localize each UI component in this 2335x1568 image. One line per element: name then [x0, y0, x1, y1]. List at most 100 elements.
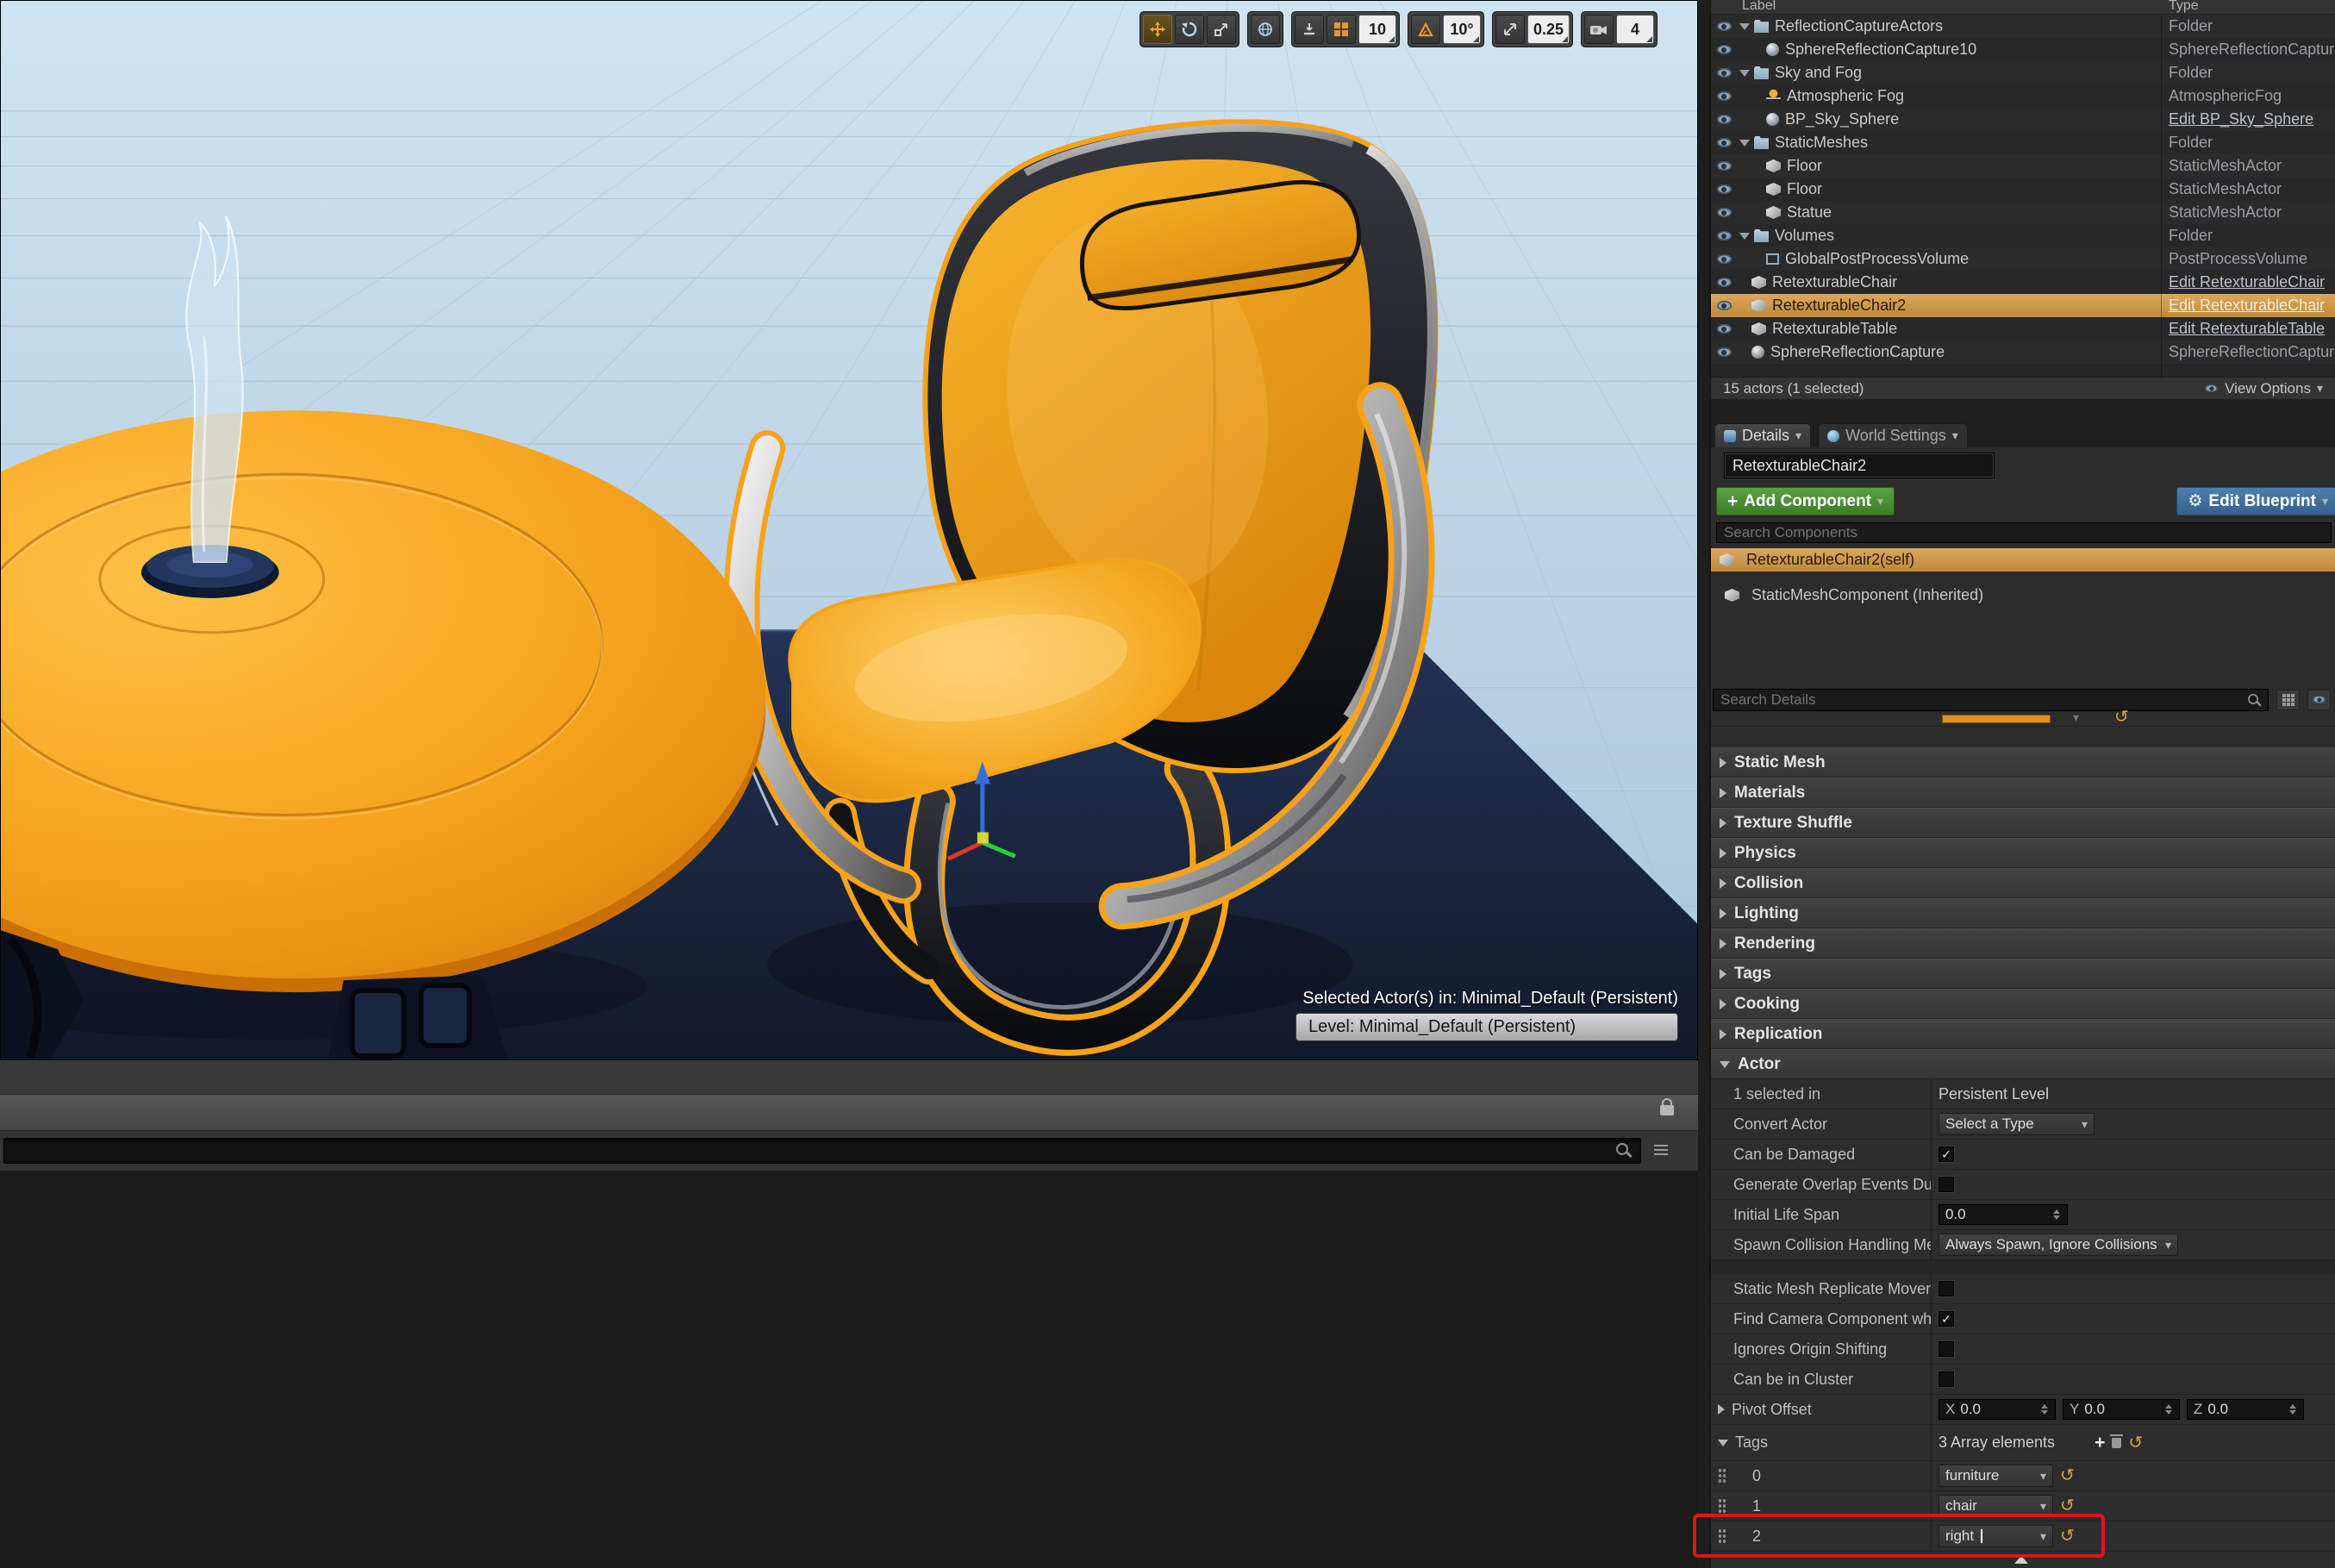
add-array-element-icon[interactable]: + [2095, 1434, 2105, 1452]
tag-value-field-editing[interactable]: right▾ [1939, 1525, 2053, 1547]
category-physics[interactable]: Physics [1711, 838, 2335, 868]
actor-label[interactable]: ReflectionCaptureActors [1775, 17, 1943, 35]
visibility-eye-icon[interactable] [1711, 138, 1737, 147]
scroll-up-arrow-icon[interactable] [2014, 1556, 2028, 1564]
edit-blueprint-button[interactable]: ⚙Edit Blueprint▾ [2176, 487, 2335, 515]
asset-view-empty[interactable] [0, 1171, 1698, 1568]
category-texture-shuffle[interactable]: Texture Shuffle [1711, 808, 2335, 838]
world-local-toggle-button[interactable] [1251, 15, 1280, 44]
reset-to-default-icon[interactable]: ↺ [2128, 1434, 2143, 1452]
visibility-eye-icon[interactable] [1711, 254, 1737, 264]
actor-label[interactable]: Sky and Fog [1775, 64, 1862, 82]
outliner-row[interactable]: FloorStaticMeshActor [1711, 178, 2335, 201]
display-filter-eye-icon[interactable] [2307, 690, 2331, 710]
chevron-down-icon[interactable] [1718, 1440, 1728, 1446]
visibility-eye-icon[interactable] [1711, 161, 1737, 171]
pivot-y-field[interactable]: Y0.0 [2063, 1399, 2180, 1420]
chevron-right-icon[interactable] [1718, 1404, 1725, 1415]
category-static-mesh[interactable]: Static Mesh [1711, 747, 2335, 778]
pivot-z-field[interactable]: Z0.0 [2187, 1399, 2304, 1420]
asset-search-input[interactable] [3, 1138, 1641, 1164]
actor-label[interactable]: Volumes [1775, 227, 1834, 245]
search-details-input[interactable] [1713, 689, 2269, 711]
add-component-button[interactable]: +Add Component▾ [1716, 487, 1895, 515]
checkbox-unchecked[interactable] [1939, 1177, 1954, 1192]
view-options-button[interactable]: View Options▾ [2204, 380, 2323, 397]
clear-array-icon[interactable] [2112, 1438, 2121, 1448]
visibility-eye-icon[interactable] [1711, 68, 1737, 78]
drag-handle-icon[interactable] [1718, 1498, 1726, 1514]
outliner-row[interactable]: GlobalPostProcessVolumePostProcessVolume [1711, 247, 2335, 271]
visibility-eye-icon[interactable] [1711, 278, 1737, 287]
actor-name-field[interactable] [1725, 453, 1994, 478]
pivot-x-field[interactable]: X0.0 [1939, 1399, 2056, 1420]
category-actor-expanded[interactable]: Actor [1711, 1049, 2335, 1079]
outliner-row[interactable]: ReflectionCaptureActorsFolder [1711, 15, 2335, 38]
checkbox-checked[interactable]: ✓ [1939, 1146, 1954, 1162]
reset-to-default-icon[interactable]: ↺ [2060, 1467, 2075, 1484]
search-components-input[interactable] [1716, 522, 2332, 543]
category-tags[interactable]: Tags [1711, 959, 2335, 989]
actor-label[interactable]: Atmospheric Fog [1787, 87, 1904, 105]
visibility-eye-icon[interactable] [1711, 324, 1737, 334]
actor-label[interactable]: RetexturableChair [1772, 273, 1897, 291]
viewport-scene[interactable] [1, 1, 1697, 1059]
grid-snap-toggle-button[interactable] [1327, 15, 1356, 44]
initial-life-span-field[interactable]: 0.0 [1939, 1204, 2068, 1225]
visibility-eye-icon[interactable] [1711, 91, 1737, 101]
actor-label[interactable]: SphereReflectionCapture10 [1785, 41, 1976, 59]
edit-blueprint-link[interactable]: Edit RetexturableChair [2169, 273, 2334, 291]
edit-blueprint-link[interactable]: Edit RetexturableChair [2169, 297, 2334, 315]
tag-value-field[interactable]: furniture▾ [1939, 1465, 2053, 1487]
category-cooking[interactable]: Cooking [1711, 989, 2335, 1019]
outliner-row[interactable]: Atmospheric FogAtmosphericFog [1711, 84, 2335, 108]
outliner-row[interactable]: RetexturableTableEdit RetexturableTable [1711, 317, 2335, 340]
visibility-eye-icon[interactable] [1711, 22, 1737, 31]
actor-label[interactable]: Floor [1787, 157, 1822, 175]
tab-details[interactable]: Details▾ [1714, 423, 1811, 447]
visibility-eye-icon[interactable] [1711, 208, 1737, 217]
checkbox-unchecked[interactable] [1939, 1281, 1954, 1296]
category-collision[interactable]: Collision [1711, 868, 2335, 898]
actor-label[interactable]: RetexturableChair2 [1772, 297, 1906, 315]
checkbox-unchecked[interactable] [1939, 1341, 1954, 1357]
property-matrix-icon[interactable] [2276, 690, 2300, 710]
checkbox-unchecked[interactable] [1939, 1371, 1954, 1387]
outliner-row[interactable]: SphereReflectionCapture10SphereReflectio… [1711, 38, 2335, 61]
component-row[interactable]: StaticMeshComponent (Inherited) [1711, 584, 2335, 607]
outliner-row[interactable]: RetexturableChair Edit RetexturableChair [1711, 271, 2335, 294]
spinner-icon[interactable] [2040, 1403, 2049, 1415]
expander-arrow-icon[interactable] [1739, 70, 1750, 77]
category-lighting[interactable]: Lighting [1711, 898, 2335, 928]
reset-to-default-icon[interactable]: ↺ [2060, 1497, 2075, 1515]
component-row-selected[interactable]: RetexturableChair2(self) [1711, 548, 2335, 572]
lock-icon[interactable] [1660, 1105, 1674, 1115]
spinner-icon[interactable] [2164, 1403, 2173, 1415]
checkbox-checked[interactable]: ✓ [1939, 1311, 1954, 1327]
rotation-snap-value-button[interactable]: 10° [1443, 15, 1481, 44]
rotation-snap-toggle-button[interactable] [1411, 15, 1440, 44]
actor-label[interactable]: SphereReflectionCapture [1770, 343, 1945, 361]
search-options-icon[interactable] [1650, 1140, 1672, 1162]
edit-blueprint-link[interactable]: Edit BP_Sky_Sphere [2169, 110, 2334, 128]
visibility-eye-icon[interactable] [1711, 184, 1737, 194]
tab-world-settings[interactable]: World Settings▾ [1818, 423, 1968, 447]
expander-arrow-icon[interactable] [1739, 140, 1750, 147]
expander-arrow-icon[interactable] [1739, 233, 1750, 240]
drag-handle-icon[interactable] [1718, 1528, 1726, 1544]
actor-label[interactable]: StaticMeshes [1775, 134, 1868, 152]
actor-label[interactable]: Statue [1787, 203, 1832, 222]
category-rendering[interactable]: Rendering [1711, 928, 2335, 959]
visibility-eye-icon[interactable] [1711, 45, 1737, 54]
spinner-icon[interactable] [2052, 1209, 2061, 1221]
type-column-header[interactable]: Type [2169, 0, 2199, 14]
spinner-icon[interactable] [2288, 1403, 2297, 1415]
camera-speed-button[interactable] [1584, 15, 1614, 44]
spawn-collision-dropdown[interactable]: Always Spawn, Ignore Collisions▾ [1939, 1234, 2178, 1256]
reset-to-default-icon[interactable]: ↺ [2060, 1527, 2075, 1545]
rotate-tool-button[interactable] [1175, 15, 1204, 44]
outliner-row[interactable]: FloorStaticMeshActor [1711, 154, 2335, 178]
outliner-row[interactable]: BP_Sky_SphereEdit BP_Sky_Sphere [1711, 108, 2335, 131]
camera-speed-value-button[interactable]: 4 [1616, 15, 1654, 44]
category-materials[interactable]: Materials [1711, 778, 2335, 808]
